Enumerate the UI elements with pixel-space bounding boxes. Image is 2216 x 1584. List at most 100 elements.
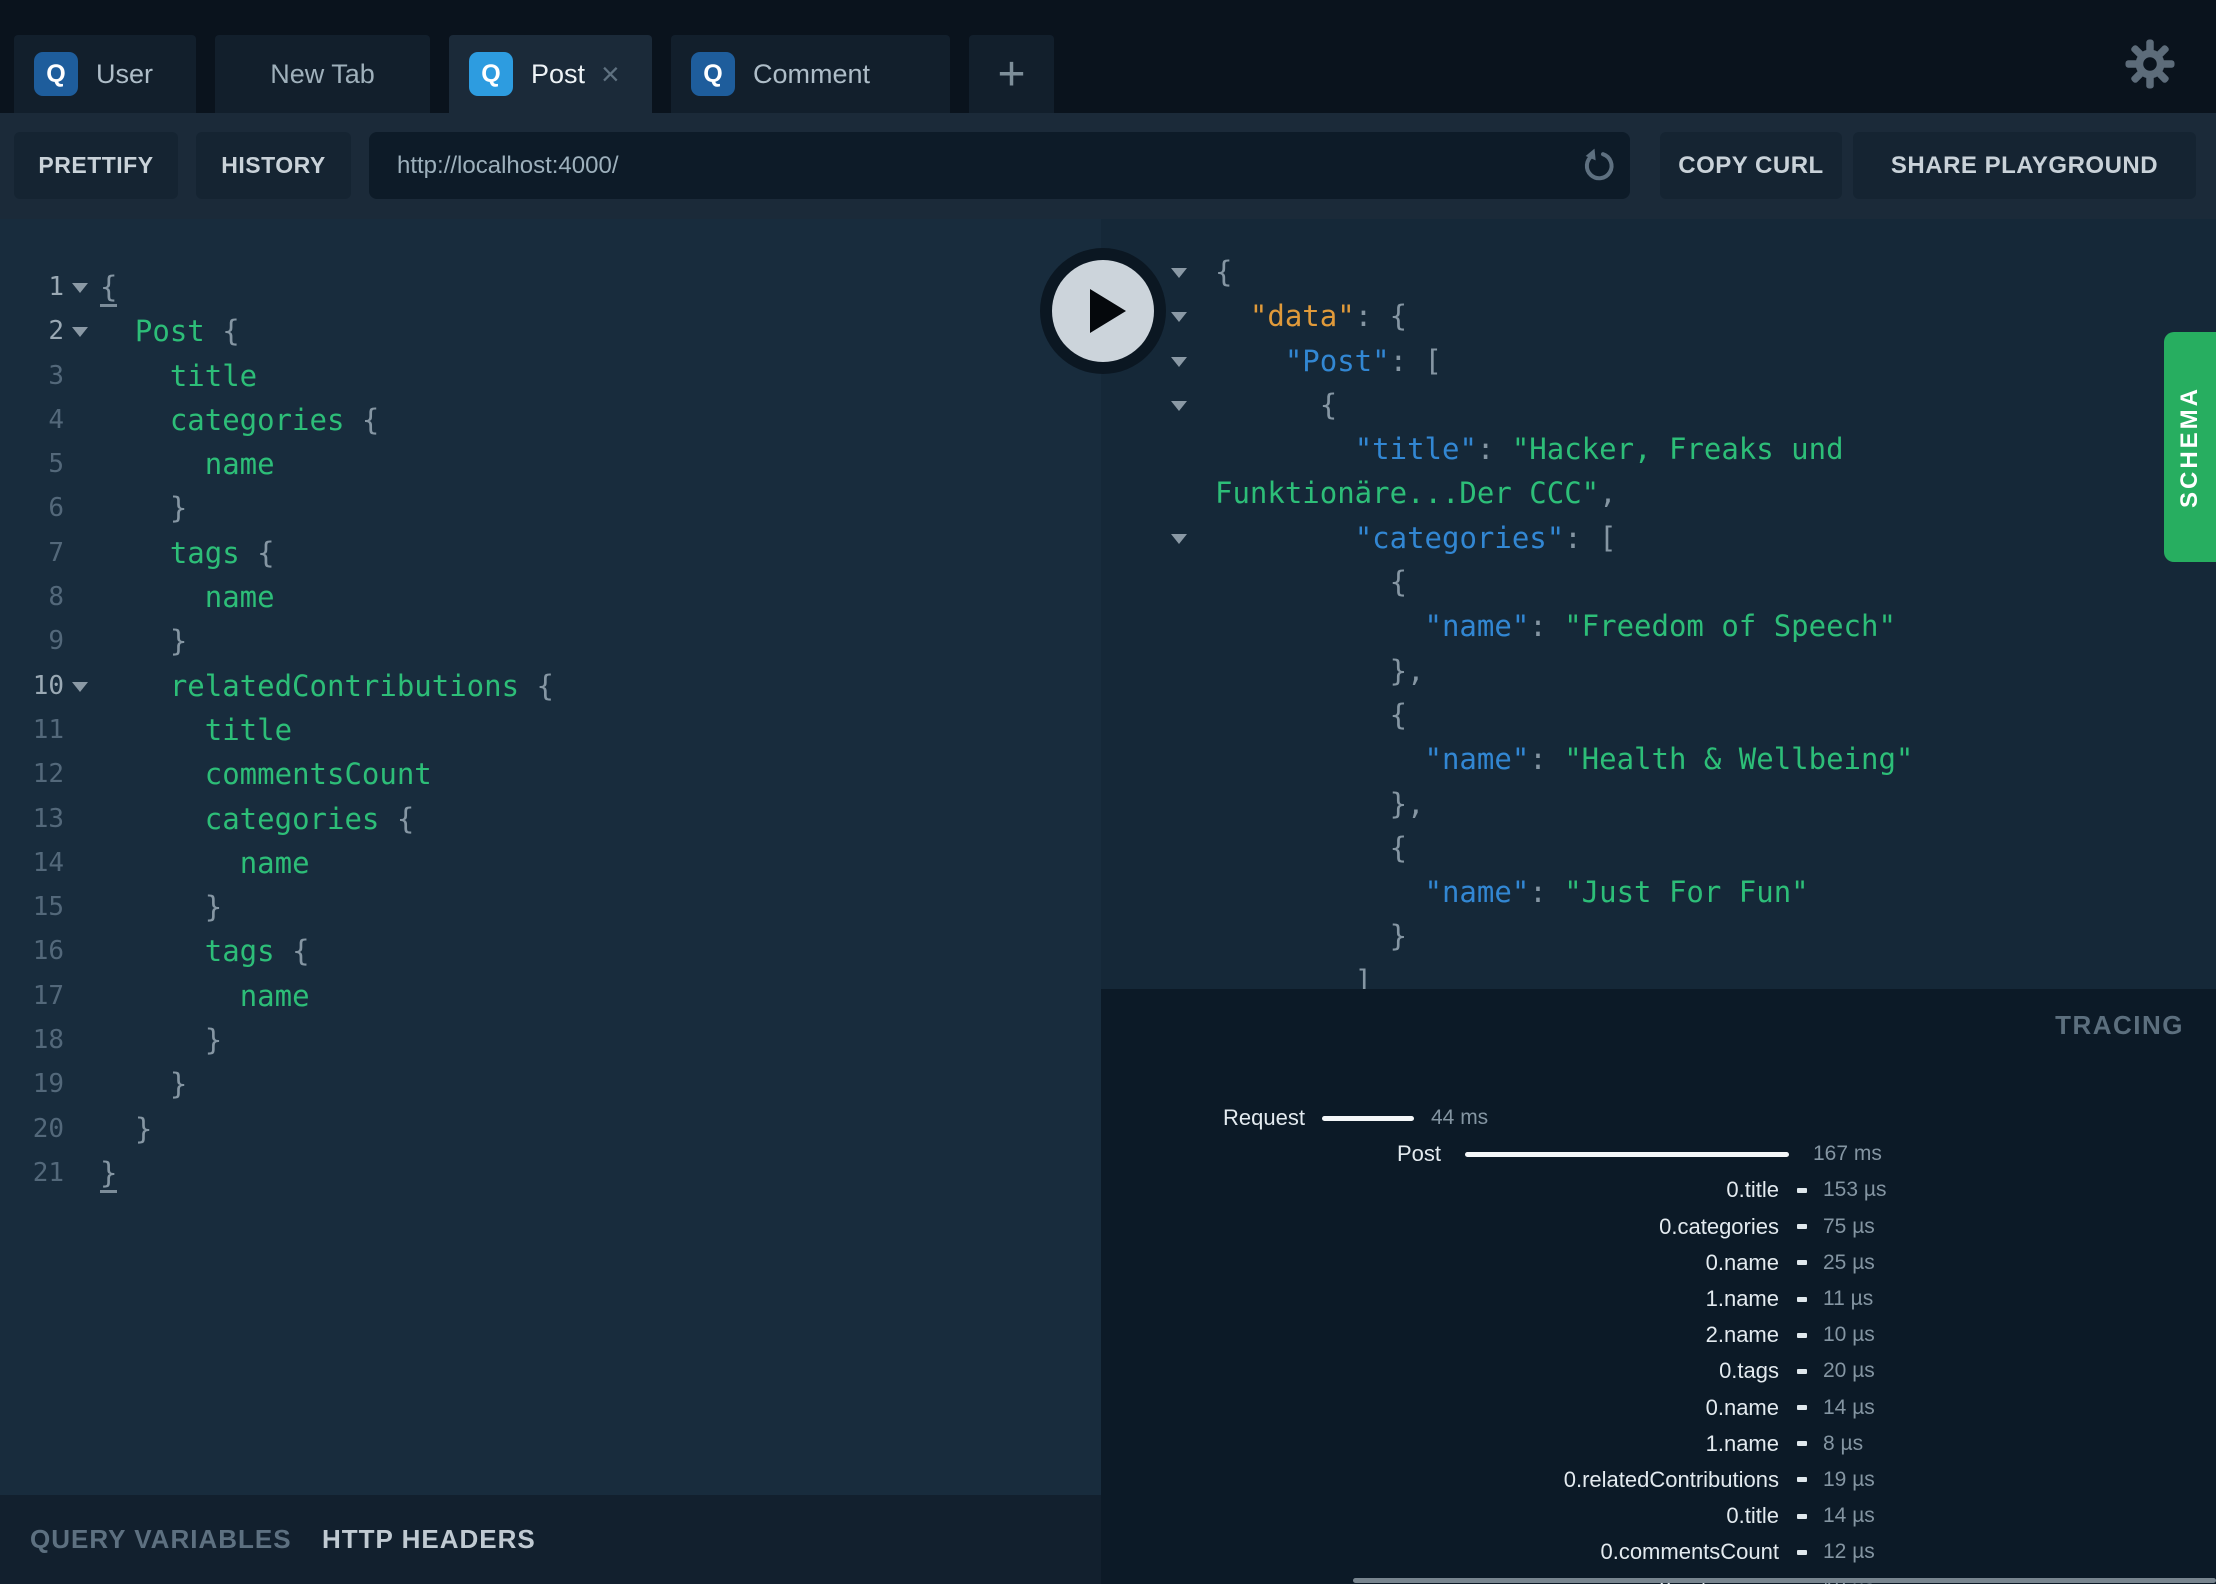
trace-duration-bar <box>1797 1441 1807 1447</box>
query-editor[interactable]: 1{2 Post {3 title 4 categories {5 name 6 }… <box>0 219 1101 1495</box>
query-variables-tab[interactable]: QUERY VARIABLES <box>30 1495 292 1584</box>
code-text: { <box>1215 826 1407 870</box>
trace-row: 1.name 8 µs <box>1101 1426 2216 1462</box>
prettify-button[interactable]: PRETTIFY <box>14 132 178 199</box>
editor-line: 15 } <box>0 885 1101 929</box>
fold-arrow-icon[interactable] <box>1171 533 1187 544</box>
code-text: title <box>100 354 257 398</box>
tab-label: Comment <box>753 58 871 89</box>
code-token: commentsCount <box>204 757 432 792</box>
editor-line: 18 } <box>0 1018 1101 1062</box>
http-headers-tab[interactable]: HTTP HEADERS <box>322 1495 536 1584</box>
fold-arrow-icon[interactable] <box>1171 356 1187 367</box>
editor-line: 6 } <box>0 486 1101 530</box>
tab-post[interactable]: Q Post × <box>449 35 652 113</box>
trace-duration-bar <box>1322 1115 1414 1121</box>
code-token: } <box>100 1155 118 1193</box>
tab-new-tab[interactable]: New Tab <box>215 35 430 113</box>
code-text: { <box>1215 250 1232 294</box>
trace-label: 2.name <box>1705 1322 1779 1348</box>
code-token: } <box>100 890 223 925</box>
code-token: { <box>274 934 310 969</box>
response-viewer[interactable]: { "data": { "Post": [ { "title": "Hacker… <box>1101 219 2216 1020</box>
trace-row: 2.name 10 µs <box>1101 1317 2216 1353</box>
editor-line: 13 categories { <box>0 797 1101 841</box>
code-text: }, <box>1215 649 1425 693</box>
fold-arrow-icon[interactable] <box>1171 312 1187 323</box>
trace-label: 0.commentsCount <box>1600 1539 1779 1565</box>
add-tab-button[interactable]: + <box>969 35 1054 113</box>
trace-duration-bar <box>1797 1513 1807 1519</box>
line-number: 7 <box>48 537 64 568</box>
reset-endpoint-icon[interactable] <box>1578 146 1618 186</box>
trace-value: 8 µs <box>1823 1431 1864 1455</box>
execute-query-button[interactable] <box>1040 248 1166 374</box>
code-token: "Just For Fun" <box>1564 875 1809 910</box>
trace-value: 10 µs <box>1823 1323 1875 1347</box>
fold-arrow-icon[interactable] <box>1171 268 1187 278</box>
fold-arrow-icon[interactable] <box>72 283 88 293</box>
trace-label: 1.name <box>1705 1430 1779 1456</box>
schema-side-tab[interactable]: SCHEMA <box>2164 332 2216 562</box>
code-token: name <box>239 978 310 1013</box>
code-token: { <box>344 402 380 437</box>
response-line: { <box>1101 693 2216 737</box>
fold-arrow-icon[interactable] <box>1171 400 1187 411</box>
fold-arrow-icon[interactable] <box>72 327 88 338</box>
settings-gear-icon[interactable] <box>2122 36 2178 92</box>
code-text: } <box>100 1151 118 1195</box>
code-token: : { <box>1354 299 1408 334</box>
line-number: 5 <box>48 449 64 480</box>
code-token: : [ <box>1389 343 1442 378</box>
trace-label: 0.tags <box>1719 1358 1779 1384</box>
tab-label: New Tab <box>270 58 375 89</box>
trace-duration-bar <box>1797 1405 1807 1411</box>
code-token: "name" <box>1424 609 1530 644</box>
trace-label: Post <box>1396 1141 1441 1167</box>
endpoint-url-input[interactable] <box>369 132 1630 199</box>
line-number: 4 <box>48 404 64 435</box>
code-text: } <box>100 1018 222 1062</box>
tracing-horizontal-scrollbar[interactable] <box>1353 1578 2216 1583</box>
code-text: commentsCount <box>100 752 432 796</box>
code-text: name <box>100 442 275 486</box>
response-line: Funktionäre...Der CCC", <box>1101 471 2216 515</box>
trace-row: 0.categories 75 µs <box>1101 1209 2216 1245</box>
play-button-circle <box>1052 260 1154 362</box>
history-button[interactable]: HISTORY <box>196 132 351 199</box>
trace-value: 19 µs <box>1823 1467 1875 1491</box>
code-token: { <box>1215 697 1408 732</box>
trace-value: 11 µs <box>1823 1287 1874 1311</box>
tab-bar: Q User New Tab Q Post × Q Comment + <box>14 35 1054 113</box>
code-text: } <box>100 486 187 530</box>
fold-arrow-icon[interactable] <box>72 681 88 692</box>
code-text: } <box>1215 914 1407 958</box>
code-text: relatedContributions { <box>100 664 554 708</box>
trace-label: 0.name <box>1705 1249 1779 1275</box>
line-number: 20 <box>32 1113 64 1144</box>
code-token: } <box>100 491 188 526</box>
trace-value: 14 µs <box>1823 1504 1875 1528</box>
trace-row: Request 44 ms <box>1101 1100 2216 1136</box>
code-text: "name": "Freedom of Speech" <box>1215 604 1896 648</box>
tab-comment[interactable]: Q Comment <box>671 35 950 113</box>
trace-row: 0.title 153 µs <box>1101 1172 2216 1208</box>
code-token: "Freedom of Speech" <box>1564 609 1896 644</box>
code-token: name <box>204 580 275 615</box>
line-number: 18 <box>32 1025 64 1056</box>
share-playground-button[interactable]: SHARE PLAYGROUND <box>1853 132 2196 199</box>
trace-value: 44 ms <box>1431 1106 1489 1130</box>
code-token: { <box>1215 830 1408 865</box>
query-badge-icon: Q <box>34 52 78 96</box>
line-number: 1 <box>48 272 64 302</box>
copy-curl-button[interactable]: COPY CURL <box>1660 132 1842 199</box>
tab-user[interactable]: Q User <box>14 35 196 113</box>
graphql-playground: { "colors": { "accent_blue": "#2d9ce0", … <box>0 0 2216 1584</box>
close-tab-icon[interactable]: × <box>601 58 620 90</box>
code-token: "name" <box>1424 742 1530 777</box>
